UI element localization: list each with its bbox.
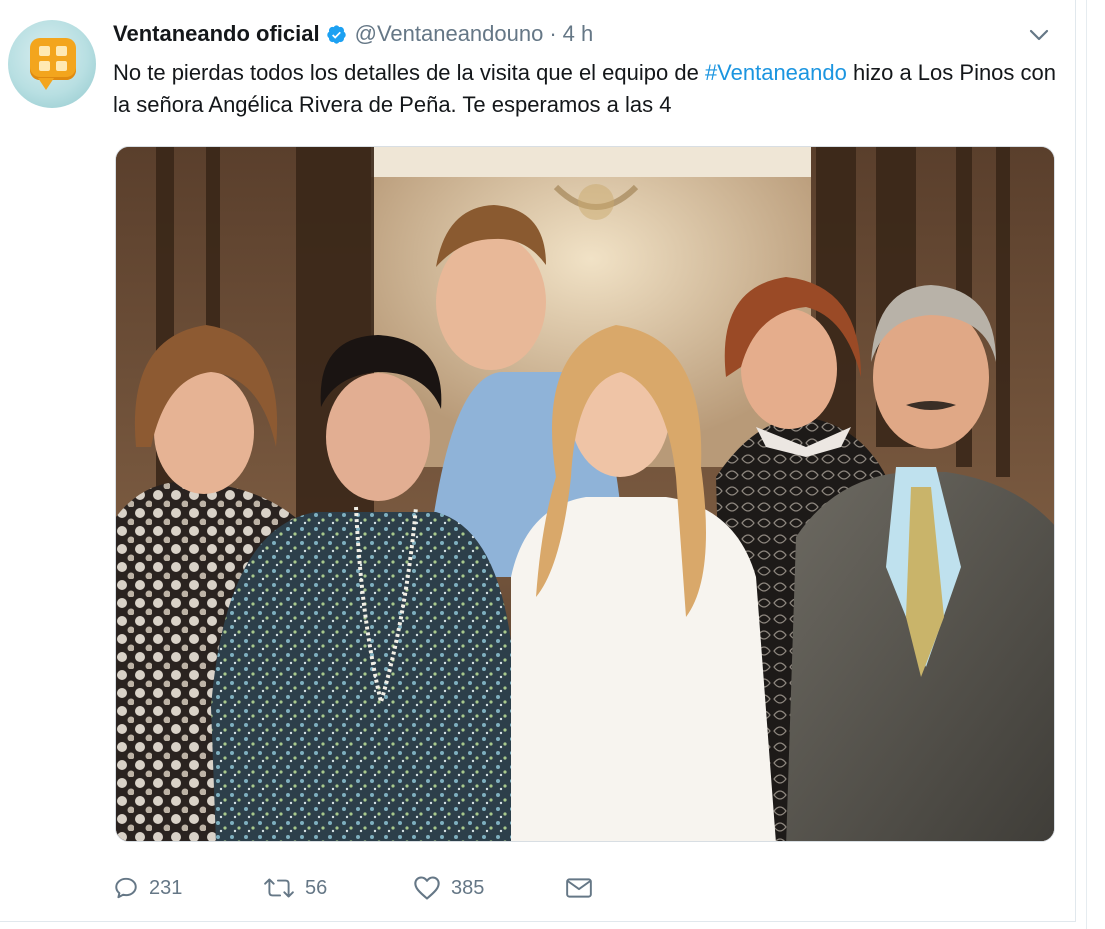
hashtag-link[interactable]: #Ventaneando xyxy=(705,60,847,85)
like-count: 385 xyxy=(451,876,485,899)
author-handle[interactable]: @Ventaneandouno xyxy=(355,21,544,47)
timestamp[interactable]: 4 h xyxy=(563,21,594,47)
tweet-header: Ventaneando oficial @Ventaneandouno · 4 … xyxy=(113,20,593,48)
avatar[interactable] xyxy=(8,20,96,108)
dm-action[interactable] xyxy=(565,876,593,900)
verified-badge-icon xyxy=(326,24,346,44)
tweet-photo[interactable] xyxy=(115,146,1055,842)
reply-action[interactable]: 231 xyxy=(113,875,263,901)
author-name[interactable]: Ventaneando oficial xyxy=(113,21,320,47)
chevron-down-icon[interactable] xyxy=(1028,26,1050,44)
group-photo-image xyxy=(116,147,1054,841)
separator-dot: · xyxy=(549,21,557,46)
tweet-text-start: No te pierdas todos los detalles de la v… xyxy=(113,60,705,85)
envelope-icon[interactable] xyxy=(565,876,593,900)
tweet-text: No te pierdas todos los detalles de la v… xyxy=(113,57,1058,121)
reply-count: 231 xyxy=(149,876,183,899)
tweet-card[interactable]: Ventaneando oficial @Ventaneandouno · 4 … xyxy=(0,0,1076,922)
heart-icon[interactable] xyxy=(413,875,441,901)
avatar-logo-icon xyxy=(30,38,76,90)
reply-icon[interactable] xyxy=(113,875,139,901)
divider xyxy=(1086,0,1087,929)
timeline-edge xyxy=(1078,0,1105,929)
like-action[interactable]: 385 xyxy=(413,875,565,901)
retweet-action[interactable]: 56 xyxy=(263,875,413,901)
retweet-count: 56 xyxy=(305,876,328,899)
tweet-actions: 231 56 385 xyxy=(113,868,593,908)
retweet-icon[interactable] xyxy=(263,875,295,901)
